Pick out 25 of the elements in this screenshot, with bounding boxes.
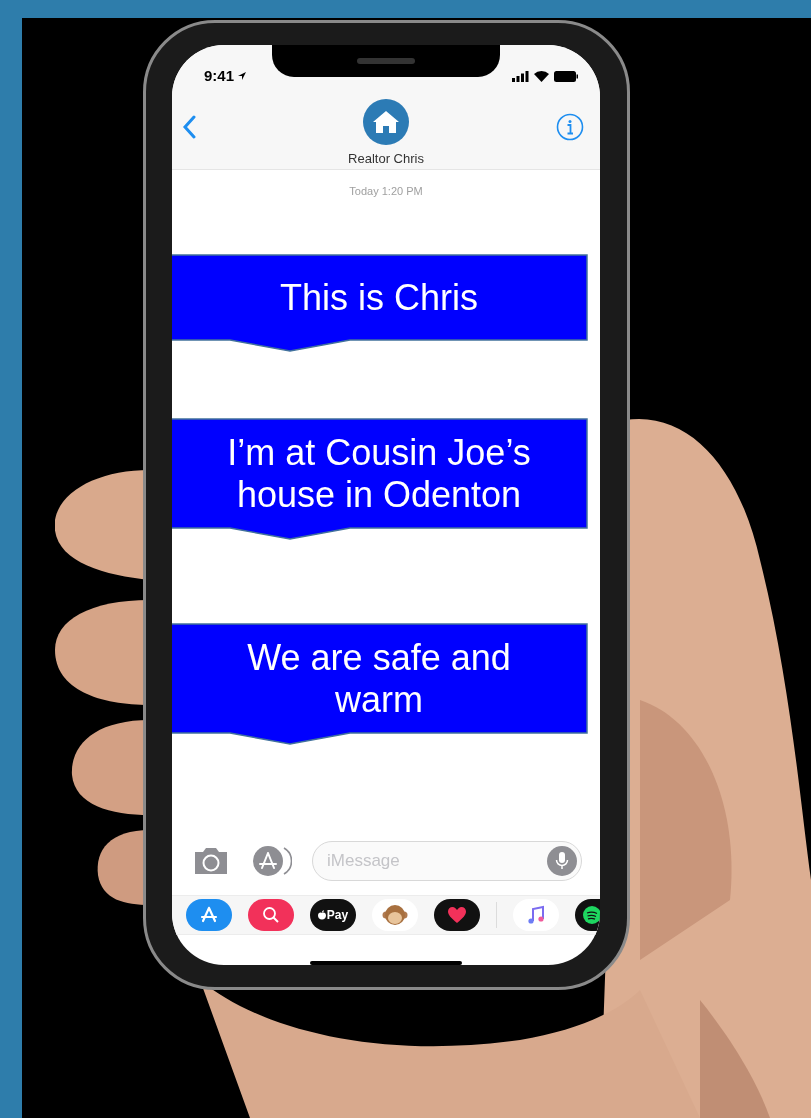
message-bubble: I’m at Cousin Joe’s house in Odenton (172, 417, 588, 540)
battery-icon (554, 70, 578, 82)
app-store-icon[interactable] (250, 844, 292, 877)
image-search-icon[interactable] (248, 898, 294, 931)
camera-icon[interactable] (192, 845, 230, 876)
back-icon[interactable] (182, 115, 196, 139)
heart-app-icon[interactable] (434, 898, 480, 931)
message-timestamp: Today 1:20 PM (349, 184, 423, 200)
contact-name: Realtor Chris (348, 150, 424, 168)
contact-avatar[interactable] (363, 99, 409, 145)
wifi-icon (534, 70, 549, 82)
signal-icon (512, 70, 529, 82)
message-bubble: We are safe and warm (172, 622, 588, 745)
location-arrow-icon (237, 71, 248, 81)
microphone-button[interactable] (547, 845, 577, 876)
microphone-icon (555, 850, 569, 871)
app-store-icon[interactable] (186, 898, 232, 931)
apple-logo-icon (317, 909, 326, 920)
animal-sticker-icon[interactable] (372, 898, 418, 931)
pay-button[interactable]: Pay (310, 898, 356, 931)
message-bubble: This is Chris (172, 253, 588, 352)
info-icon[interactable] (556, 113, 584, 141)
music-note-icon[interactable] (513, 898, 559, 931)
status-time: 9:41 (204, 65, 235, 86)
house-icon (372, 109, 400, 135)
